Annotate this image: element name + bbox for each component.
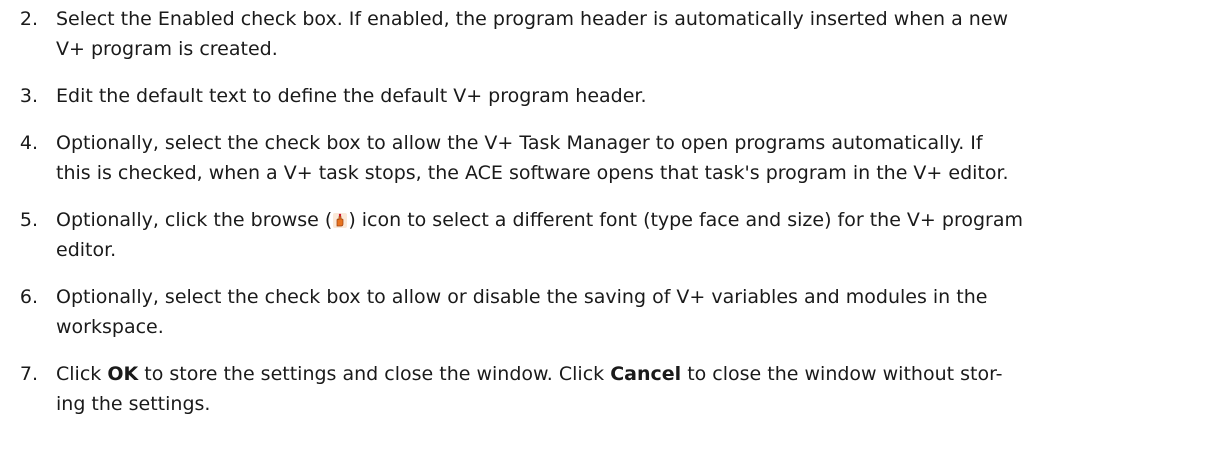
- step-text-part: ) icon to select a different font (type …: [348, 209, 1023, 231]
- step-number: 6.: [19, 286, 38, 308]
- step-text-continued: V+ program is created.: [56, 38, 278, 60]
- step-text-part: Click: [56, 363, 108, 385]
- step-text: Optionally, select the check box to allo…: [56, 286, 988, 308]
- cancel-label: Cancel: [610, 363, 682, 385]
- step-text-continued: this is checked, when a V+ task stops, t…: [56, 162, 1009, 184]
- ok-label: OK: [107, 363, 139, 385]
- step-number: 2.: [19, 8, 38, 30]
- step-text-continued: workspace.: [56, 316, 164, 338]
- step-number: 5.: [19, 209, 38, 231]
- step-text: Select the Enabled check box. If enabled…: [56, 8, 1009, 30]
- step-text-part: to store the settings and close the wind…: [138, 363, 611, 385]
- step-text-part: Optionally, click the browse (: [56, 209, 333, 231]
- browse-hand-icon: [333, 213, 348, 228]
- step-number: 7.: [19, 363, 38, 385]
- step-text-part: to close the window without stor-: [681, 363, 1003, 385]
- step-text: Click OK to store the settings and close…: [56, 363, 1003, 385]
- step-text: Optionally, select the check box to allo…: [56, 132, 983, 154]
- step-text-continued: ing the settings.: [56, 393, 211, 415]
- step-text: Edit the default text to define the defa…: [56, 85, 647, 107]
- step-text-continued: editor.: [56, 239, 117, 261]
- step-number: 4.: [19, 132, 38, 154]
- step-text: Optionally, click the browse ( ) icon to…: [56, 209, 1023, 231]
- step-number: 3.: [19, 85, 38, 107]
